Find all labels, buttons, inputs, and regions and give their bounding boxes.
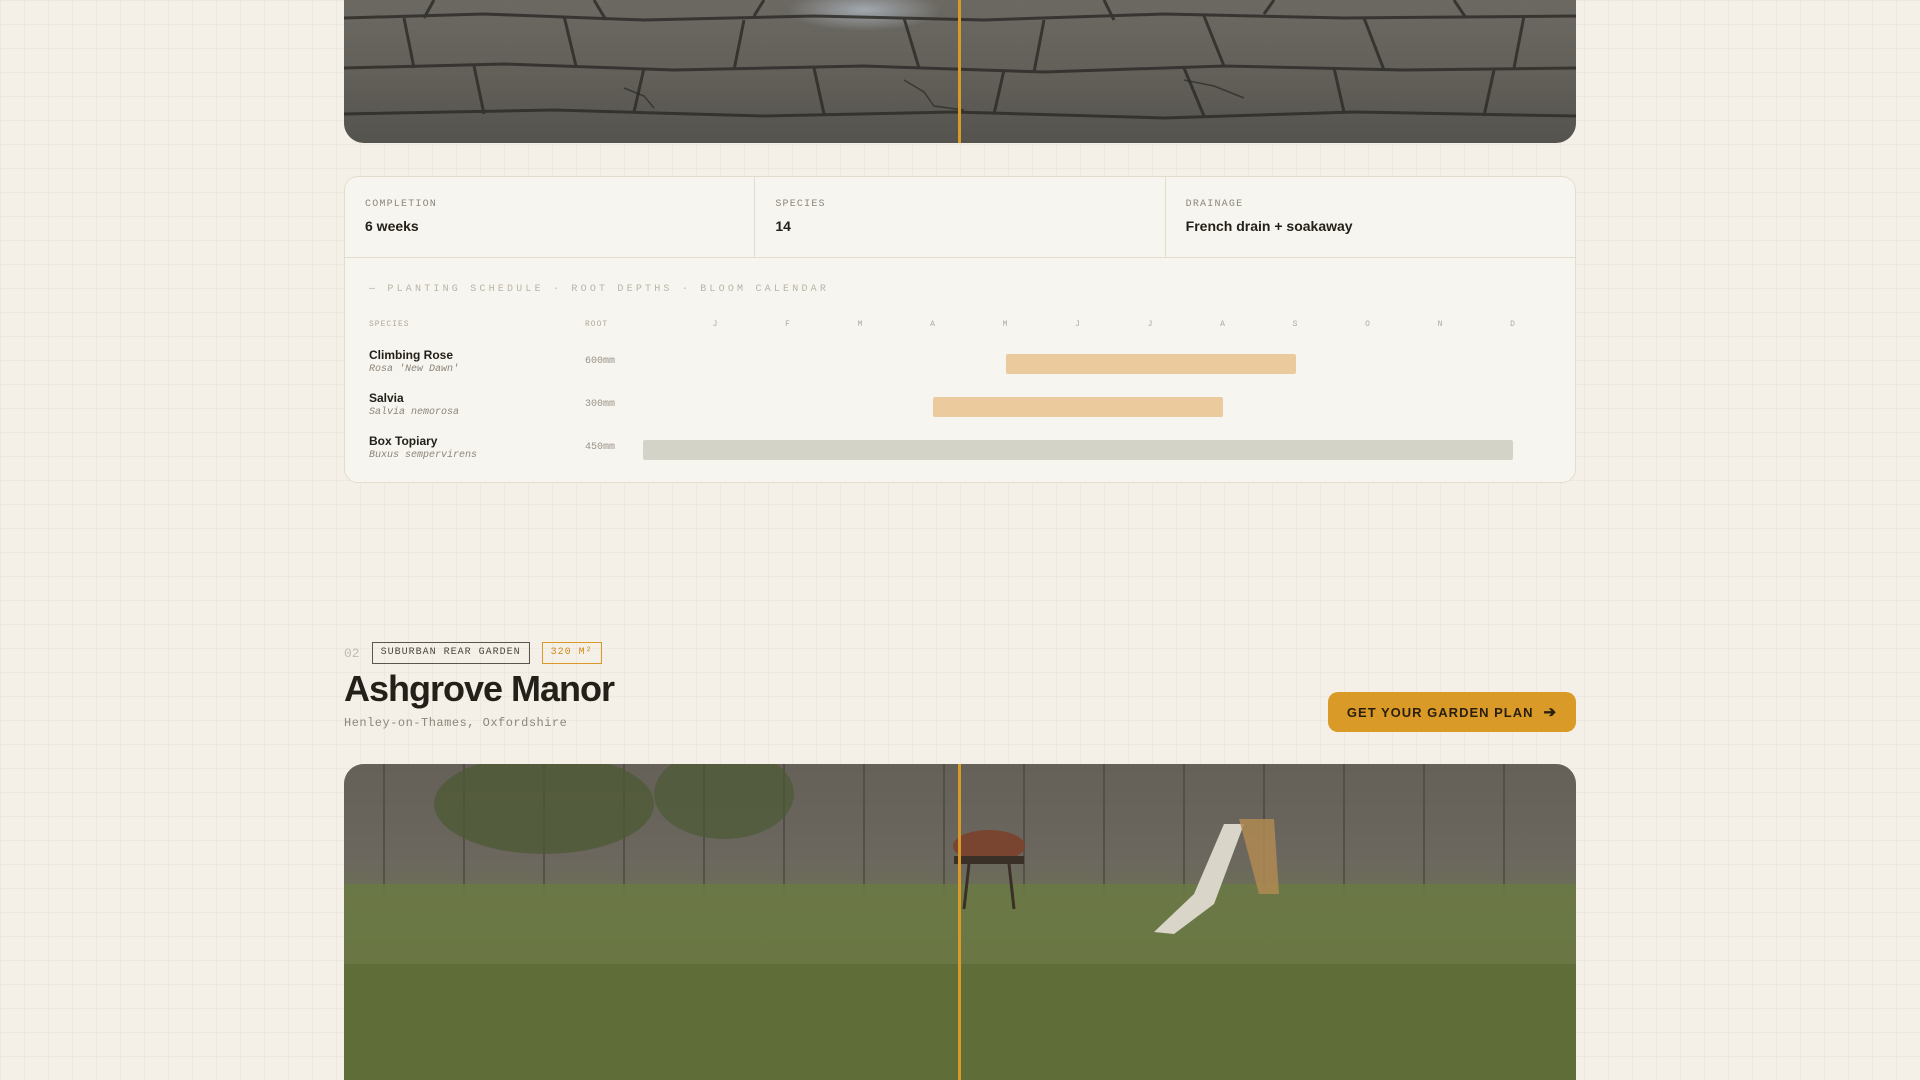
species-name: Climbing Rose bbox=[369, 348, 454, 362]
project-area-tag: 320 M² bbox=[541, 642, 602, 664]
project-stats: COMPLETION 6 weeks SPECIES 14 DRAINAGE F… bbox=[345, 177, 1575, 258]
species-name: Box Topiary bbox=[369, 434, 438, 448]
month-header: M bbox=[1002, 320, 1008, 329]
month-header: F bbox=[785, 320, 790, 329]
stat-label: SPECIES bbox=[775, 199, 826, 210]
month-header: J bbox=[1075, 320, 1080, 329]
schedule-row: Box Topiary Buxus sempervirens 450mm bbox=[369, 434, 1551, 474]
root-depth: 600mm bbox=[585, 356, 616, 367]
schedule-row: Climbing Rose Rosa 'New Dawn' 600mm bbox=[369, 348, 1551, 388]
planting-schedule: — PLANTING SCHEDULE · ROOT DEPTHS · BLOO… bbox=[345, 258, 1575, 482]
stat-species: SPECIES 14 bbox=[755, 177, 1166, 257]
month-header: O bbox=[1365, 320, 1370, 329]
project-location: Henley-on-Thames, Oxfordshire bbox=[344, 716, 568, 730]
month-header: N bbox=[1437, 320, 1443, 329]
stat-label: DRAINAGE bbox=[1185, 199, 1244, 210]
bloom-period-bar bbox=[1005, 354, 1296, 374]
project-number: 02 bbox=[344, 645, 360, 661]
stat-completion: COMPLETION 6 weeks bbox=[345, 177, 756, 257]
stat-value: 6 weeks bbox=[365, 218, 419, 234]
bloom-period-bar bbox=[643, 440, 1513, 460]
species-latin-name: Buxus sempervirens bbox=[369, 450, 478, 461]
project-spec-card: COMPLETION 6 weeks SPECIES 14 DRAINAGE F… bbox=[344, 176, 1576, 483]
month-header: A bbox=[1220, 320, 1225, 329]
month-header: J bbox=[1147, 320, 1153, 329]
stat-label: COMPLETION bbox=[365, 199, 438, 210]
species-latin-name: Salvia nemorosa bbox=[369, 407, 460, 418]
month-header: M bbox=[857, 320, 863, 329]
project-meta: 02 SUBURBAN REAR GARDEN 320 M² bbox=[344, 642, 614, 664]
species-latin-name: Rosa 'New Dawn' bbox=[369, 364, 460, 375]
arrow-right-icon: ➔ bbox=[1543, 703, 1558, 721]
paving-before-after-photo[interactable] bbox=[344, 0, 1576, 143]
month-header: J bbox=[712, 320, 718, 329]
schedule-title: — PLANTING SCHEDULE · ROOT DEPTHS · BLOO… bbox=[369, 284, 830, 295]
root-depth: 300mm bbox=[585, 399, 616, 410]
month-header: D bbox=[1510, 320, 1515, 329]
root-depth: 450mm bbox=[585, 442, 616, 453]
column-header-species: SPECIES bbox=[369, 320, 410, 329]
project-type-tag: SUBURBAN REAR GARDEN bbox=[371, 642, 530, 664]
before-after-slider-handle[interactable] bbox=[958, 764, 961, 1080]
garden-before-after-photo[interactable] bbox=[344, 764, 1576, 1080]
stat-value: French drain + soakaway bbox=[1185, 218, 1353, 234]
cta-label: GET YOUR GARDEN PLAN bbox=[1346, 704, 1534, 720]
page-content: COMPLETION 6 weeks SPECIES 14 DRAINAGE F… bbox=[344, 0, 1576, 1080]
species-name: Salvia bbox=[369, 391, 404, 405]
month-header: A bbox=[930, 320, 935, 329]
before-after-slider-handle[interactable] bbox=[958, 0, 961, 143]
month-header: S bbox=[1292, 320, 1298, 329]
schedule-row: Salvia Salvia nemorosa 300mm bbox=[369, 391, 1551, 431]
get-garden-plan-button[interactable]: GET YOUR GARDEN PLAN ➔ bbox=[1328, 692, 1576, 732]
stat-drainage: DRAINAGE French drain + soakaway bbox=[1166, 177, 1575, 257]
bloom-period-bar bbox=[933, 397, 1223, 417]
project-title: Ashgrove Manor bbox=[344, 668, 615, 709]
stat-value: 14 bbox=[775, 218, 791, 234]
column-header-root: ROOT bbox=[585, 320, 609, 329]
